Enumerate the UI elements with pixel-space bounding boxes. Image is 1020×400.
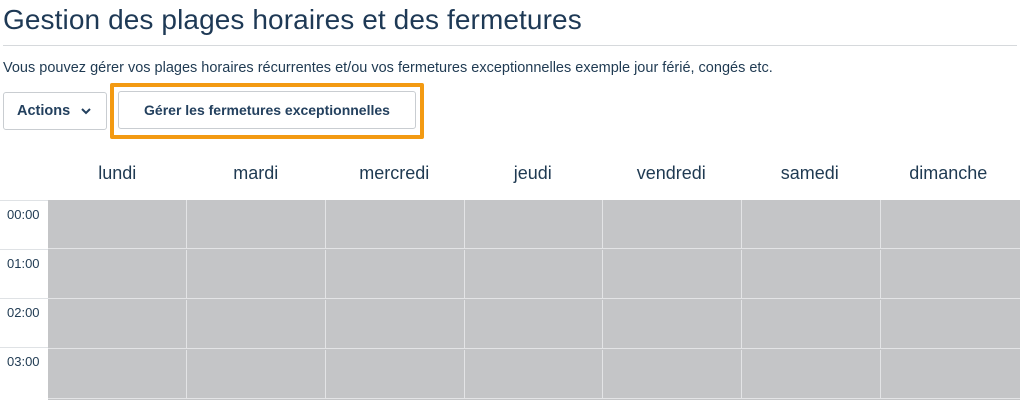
calendar-time-slot[interactable] [186, 350, 326, 399]
calendar-time-column: 00:00 01:00 02:00 03:00 [0, 200, 48, 396]
calendar-time-slot[interactable] [186, 200, 326, 249]
manage-closures-label: Gérer les fermetures exceptionnelles [144, 102, 390, 118]
calendar-time-slot[interactable] [603, 300, 743, 349]
calendar-time-slot[interactable] [603, 250, 743, 299]
calendar-time-slot[interactable] [48, 250, 187, 299]
calendar-time-slot[interactable] [464, 300, 604, 349]
calendar-time-slot[interactable] [881, 250, 1020, 299]
calendar-time-slot[interactable] [603, 200, 743, 249]
calendar-time-slot[interactable] [464, 250, 604, 299]
day-header: jeudi [513, 163, 552, 183]
calendar-time-slot[interactable] [881, 200, 1020, 249]
manage-closures-button[interactable]: Gérer les fermetures exceptionnelles [118, 91, 416, 129]
calendar-grid [48, 200, 1020, 400]
calendar-time-slot[interactable] [325, 350, 465, 399]
schedule-page: Gestion des plages horaires et des ferme… [0, 0, 1020, 400]
day-header: vendredi [636, 163, 706, 183]
calendar-time-slot[interactable] [603, 350, 743, 399]
calendar-time-slot[interactable] [742, 250, 882, 299]
day-header: dimanche [909, 163, 988, 183]
page-title: Gestion des plages horaires et des ferme… [3, 4, 582, 35]
day-header: lundi [98, 163, 137, 183]
calendar-time-slot[interactable] [742, 350, 882, 399]
time-label: 02:00 [0, 298, 48, 347]
time-label: 03:00 [0, 347, 48, 396]
calendar-time-slot[interactable] [186, 250, 326, 299]
time-label: 01:00 [0, 249, 48, 298]
calendar-time-slot[interactable] [325, 250, 465, 299]
calendar-time-slot[interactable] [742, 200, 882, 249]
calendar-time-slot[interactable] [48, 200, 187, 249]
calendar-time-slot[interactable] [325, 300, 465, 349]
calendar-day-headers: lundi mardi mercredi jeudi vendredi same… [48, 163, 1020, 191]
calendar-time-slot[interactable] [464, 200, 604, 249]
day-header: mercredi [359, 163, 430, 183]
actions-dropdown-button[interactable]: Actions [3, 92, 107, 130]
page-description: Vous pouvez gérer vos plages horaires ré… [3, 60, 773, 76]
day-header: samedi [780, 163, 839, 183]
calendar-time-slot[interactable] [881, 350, 1020, 399]
calendar-time-slot[interactable] [742, 300, 882, 349]
time-label: 00:00 [0, 200, 48, 249]
day-header: mardi [233, 163, 279, 183]
actions-label: Actions [17, 103, 71, 119]
calendar-time-slot[interactable] [48, 300, 187, 349]
calendar-time-slot[interactable] [186, 300, 326, 349]
calendar-time-slot[interactable] [464, 350, 604, 399]
calendar-time-slot[interactable] [881, 300, 1020, 349]
calendar-time-slot[interactable] [325, 200, 465, 249]
title-divider [3, 45, 1017, 46]
calendar-time-slot[interactable] [48, 350, 187, 399]
chevron-down-icon [81, 106, 91, 116]
